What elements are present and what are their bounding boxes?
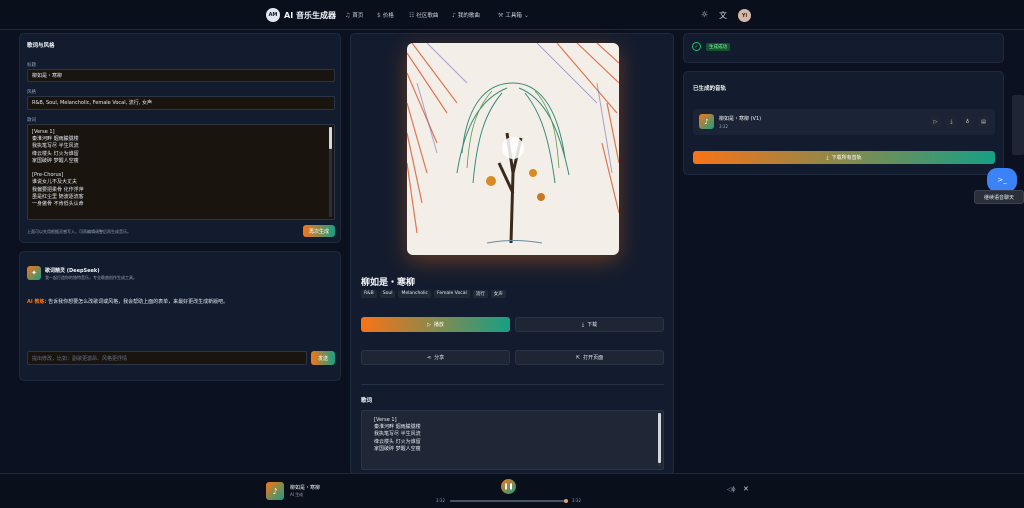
play-icon[interactable]: ▷ — [930, 116, 941, 127]
document-icon[interactable]: ▤ — [978, 116, 989, 127]
lyrics-textarea[interactable]: [Verse 1] 秦淮河畔 烟雨朦胧楼 我执笔写尽 半生风流 绛云楼头 灯火为… — [27, 124, 335, 220]
total-time: 3:32 — [572, 498, 581, 503]
app-title[interactable]: AI 音乐生成器 — [284, 10, 336, 21]
cover-art[interactable] — [407, 43, 619, 255]
style-label: 风格 — [27, 90, 36, 95]
download-all-button[interactable]: ⤓ 下载所有音轨 — [693, 151, 995, 164]
note-icon: ♪ — [452, 11, 456, 19]
tag: Soul — [379, 290, 396, 298]
song-lyrics[interactable]: [Verse 1] 秦淮河畔 烟雨朦胧楼 我执笔写尽 半生风流 绛云楼头 灯火为… — [361, 410, 664, 470]
top-header: AM AI 音乐生成器 ♫ 首页 $ 价格 ☷ 社区歌曲 ♪ 我的歌曲 ⚒ 工具箱 ⌄ ☼ … — [0, 0, 1024, 30]
lyrics-style-panel: 歌词与风格 标题 柳如是・寒柳 风格 R&B, Soul, Melancholi… — [19, 33, 341, 243]
track-row[interactable]: ♪ 柳如是・寒柳 (V1) 3:32 ▷ ⤓ ♁ ▤ — [693, 109, 995, 135]
status-badge: 生成成功 — [706, 43, 730, 51]
style-input[interactable]: R&B, Soul, Melancholic, Female Vocal, 流行… — [27, 96, 335, 110]
users-icon: ☷ — [409, 11, 415, 19]
title-input[interactable]: 柳如是・寒柳 — [27, 69, 335, 82]
assistant-subtitle: 我一起打造你的独特音乐，专业歌曲创作生成工具。 — [45, 275, 137, 280]
tag: Female Vocal — [434, 290, 470, 298]
track-duration: 3:32 — [719, 124, 728, 129]
progress-track[interactable] — [450, 499, 568, 503]
assistant-message: AI 教练: 告诉我你想要怎么改歌词或风格，我会帮助上面的表单，来最好更改生成新… — [27, 299, 229, 305]
song-detail-panel: 柳如是・寒柳 R&B Soul Melancholic Female Vocal… — [350, 33, 674, 475]
play-icon: ▷ — [427, 321, 431, 328]
pause-button[interactable]: ❚❚ — [501, 479, 516, 494]
song-title: 柳如是・寒柳 — [361, 278, 416, 288]
nav-toolbox[interactable]: ⚒ 工具箱 ⌄ — [498, 11, 529, 20]
nav-pricing[interactable]: $ 价格 — [377, 11, 394, 20]
chat-bot-icon[interactable]: >_ — [987, 168, 1017, 192]
tag: R&B — [361, 290, 377, 298]
generated-tracks-panel: 已生成的音轨 ♪ 柳如是・寒柳 (V1) 3:32 ▷ ⤓ ♁ ▤ ⤓ 下载所有音… — [683, 71, 1004, 175]
nav-community[interactable]: ☷ 社区歌曲 — [409, 11, 438, 20]
divider — [361, 384, 664, 385]
voice-chat-tooltip[interactable]: 继续语音聊天 — [974, 190, 1024, 204]
player-cover: ♪ — [266, 482, 284, 500]
track-name: 柳如是・寒柳 (V1) — [719, 116, 762, 122]
language-icon[interactable]: 文 — [719, 10, 727, 21]
form-hint: 上面可以先用根据灵感写入，可再编辑调整后再生成音乐。 — [27, 229, 131, 234]
avatar[interactable]: Yi — [738, 9, 751, 22]
player-title: 柳如是・寒柳 — [290, 485, 321, 491]
generated-title: 已生成的音轨 — [693, 86, 727, 92]
music-icon: ♫ — [345, 11, 351, 19]
tag: Melancholic — [398, 290, 432, 298]
current-time: 3:32 — [436, 498, 445, 503]
status-panel: ✓ 生成成功 — [683, 33, 1004, 63]
microphone-icon[interactable]: ♁ — [962, 116, 973, 127]
mute-icon[interactable]: ◁ɸ — [727, 486, 736, 493]
tag: 流行 — [472, 290, 488, 298]
chevron-down-icon: ⌄ — [523, 11, 529, 19]
lyrics-label: 歌词 — [27, 118, 36, 123]
nav-home[interactable]: ♫ 首页 — [345, 11, 363, 20]
assistant-input[interactable]: 提出修改，比如：副歌更激昂、风格更抒情 — [27, 351, 307, 365]
player-subtitle: AI 生成 — [290, 492, 304, 497]
regenerate-button[interactable]: 再次生成 — [303, 225, 335, 237]
title-label: 标题 — [27, 63, 36, 68]
track-music-icon: ♪ — [699, 114, 714, 129]
download-icon: ⤓ — [581, 321, 585, 328]
download-icon[interactable]: ⤓ — [946, 116, 957, 127]
lyrics-assistant-panel: ✦ 歌词精灵 (DeepSeek) 我一起打造你的独特音乐，专业歌曲创作生成工具… — [19, 251, 341, 381]
tag: 女声 — [490, 290, 506, 298]
lyrics-heading: 歌词 — [361, 398, 373, 404]
assistant-title: 歌词精灵 (DeepSeek) — [45, 268, 100, 274]
download-icon: ⤓ — [826, 154, 829, 161]
song-tags: R&B Soul Melancholic Female Vocal 流行 女声 — [361, 290, 506, 298]
share-button[interactable]: ⋖ 分享 — [361, 350, 510, 365]
player-bar: ♪ 柳如是・寒柳 AI 生成 ❚❚ 3:32 3:32 ◁ɸ ✕ — [0, 473, 1024, 508]
side-toolbar[interactable] — [1012, 95, 1024, 155]
sparkle-icon: ✦ — [27, 266, 41, 280]
close-icon[interactable]: ✕ — [743, 485, 749, 493]
download-button[interactable]: ⤓ 下载 — [515, 317, 664, 332]
play-button[interactable]: ▷ 播放 — [361, 317, 510, 332]
open-page-button[interactable]: ⇱ 打开页面 — [515, 350, 664, 365]
progress-handle[interactable] — [564, 499, 568, 503]
share-icon: ⋖ — [426, 354, 432, 361]
tools-icon: ⚒ — [498, 11, 504, 19]
external-link-icon: ⇱ — [575, 354, 581, 361]
logo-icon[interactable]: AM — [266, 8, 280, 22]
send-button[interactable]: 发送 — [311, 351, 335, 365]
check-icon: ✓ — [692, 42, 701, 51]
form-title: 歌词与风格 — [27, 43, 55, 49]
theme-toggle-icon[interactable]: ☼ — [701, 10, 708, 19]
willow-tree-image — [407, 43, 619, 255]
lyrics-scrollbar[interactable] — [329, 127, 332, 217]
dollar-icon: $ — [377, 11, 381, 19]
lyrics-scrollbar[interactable] — [658, 413, 661, 467]
nav-my-songs[interactable]: ♪ 我的歌曲 — [452, 11, 480, 20]
